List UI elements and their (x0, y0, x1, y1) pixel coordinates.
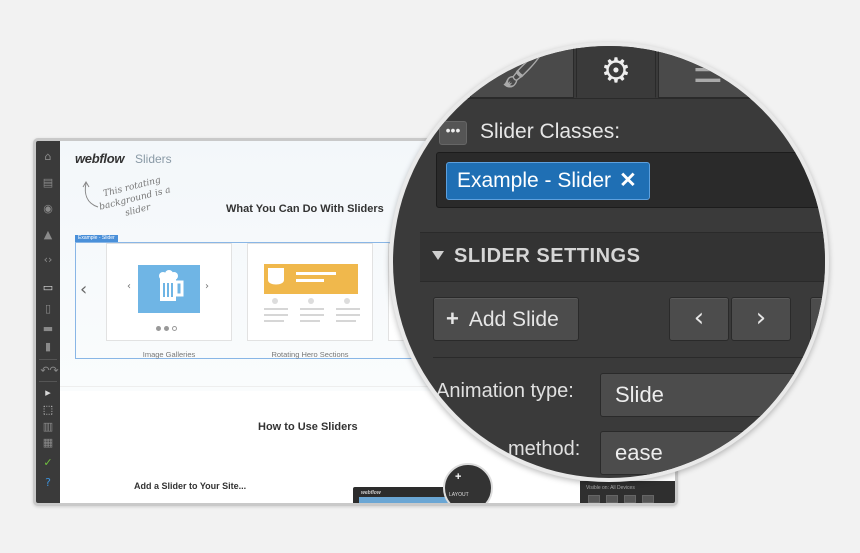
class-chip[interactable]: Example - Slider ✕ (446, 162, 650, 200)
chevron-left-icon: ‹ (127, 281, 131, 292)
visible-on-text: Visible on: All Devices (586, 485, 635, 491)
tutorial-panel-strip: Visible on: All Devices (580, 481, 675, 503)
next-slide-button[interactable]: › (731, 297, 791, 341)
chevron-left-icon: ‹ (693, 303, 705, 333)
slide-caption: Image Galleries (142, 350, 196, 359)
chevron-right-icon: › (205, 281, 209, 292)
slide-card-hero (247, 243, 373, 341)
eye-icon[interactable]: ◉ (41, 203, 55, 215)
slide-caption: Rotating Hero Sections (271, 350, 349, 359)
mini-logo: webflow (361, 490, 381, 496)
desktop-icon[interactable]: ▭ (41, 282, 55, 294)
class-selector-icon[interactable]: ••• (439, 121, 467, 145)
tab-style[interactable]: 🖌 (470, 46, 574, 98)
slide-dots (156, 318, 180, 336)
slider-settings-title: SLIDER SETTINGS (454, 245, 641, 267)
tutorial-screenshot: webflow (353, 487, 455, 503)
settings-divider (433, 357, 825, 358)
add-slide-button[interactable]: + Add Slide (433, 297, 579, 341)
selected-element-label[interactable]: Example - Slider (75, 235, 118, 242)
tab-settings[interactable]: ⚙ (576, 46, 656, 98)
phone-landscape-icon[interactable]: ▬ (41, 323, 55, 335)
class-chip-label: Example - Slider (457, 169, 612, 192)
plus-icon: + (446, 306, 459, 331)
slider-classes-label: Slider Classes: (480, 120, 621, 143)
toolbar-divider (39, 381, 57, 382)
chevron-right-icon: › (755, 303, 767, 333)
tablet-icon[interactable]: ▯ (41, 303, 55, 315)
grid-icon[interactable]: ▥ (41, 421, 55, 433)
prev-slide-button[interactable]: ‹ (669, 297, 729, 341)
list-icon: ☰ (692, 51, 724, 91)
add-slide-label: Add Slide (468, 308, 559, 331)
slider-prev-icon[interactable]: ‹ (80, 279, 87, 300)
animation-type-label: Animation type: (436, 380, 574, 402)
left-toolbar: ⌂ ▤ ◉ ▲ ‹› ▭ ▯ ▬ ▮ ↶ ↷ ▸ ⬚ ▥ ▦ ✓ ? (36, 141, 60, 503)
toolbar-divider (39, 359, 57, 360)
animation-type-select[interactable]: Slide (600, 373, 825, 417)
select-icon[interactable]: ⬚ (41, 404, 55, 416)
tabs-divider (420, 98, 825, 99)
page-name: Sliders (135, 152, 172, 166)
collapse-triangle-icon[interactable] (432, 251, 444, 260)
code-icon[interactable]: ‹› (41, 254, 55, 266)
help-icon[interactable]: ? (41, 477, 55, 489)
redo-icon[interactable]: ↷ (47, 365, 61, 377)
easing-method-select[interactable]: ease (600, 431, 825, 475)
beer-mug-image (138, 265, 200, 313)
home-icon[interactable]: ⌂ (41, 151, 55, 163)
remove-class-icon[interactable]: ✕ (619, 169, 637, 192)
extra-slide-button[interactable] (810, 297, 825, 341)
tab-navigator[interactable]: ☰ (658, 46, 758, 98)
easing-method-label: method: (508, 438, 581, 460)
layout-label: LAYOUT (449, 492, 469, 498)
rocket-icon[interactable]: ▲ (41, 229, 55, 241)
play-icon[interactable]: ▸ (41, 387, 55, 399)
gear-icon: ⚙ (600, 51, 632, 91)
section-title: How to Use Sliders (258, 421, 358, 433)
webflow-logo: webflow (75, 151, 125, 166)
section-title: What You Can Do With Sliders (226, 203, 384, 215)
subsection-title: Add a Slider to Your Site... (134, 481, 247, 491)
hero-image (264, 264, 358, 294)
phone-icon[interactable]: ▮ (41, 341, 55, 353)
table-icon[interactable]: ▦ (41, 437, 55, 449)
magnified-settings-panel: 🖌 ⚙ ☰ ••• Slider Classes: Example - Slid… (393, 46, 825, 478)
brush-icon: 🖌 (500, 51, 544, 91)
check-icon[interactable]: ✓ (41, 457, 55, 469)
slide-card-gallery: ‹ › (106, 243, 232, 341)
page-icon[interactable]: ▤ (41, 177, 55, 189)
